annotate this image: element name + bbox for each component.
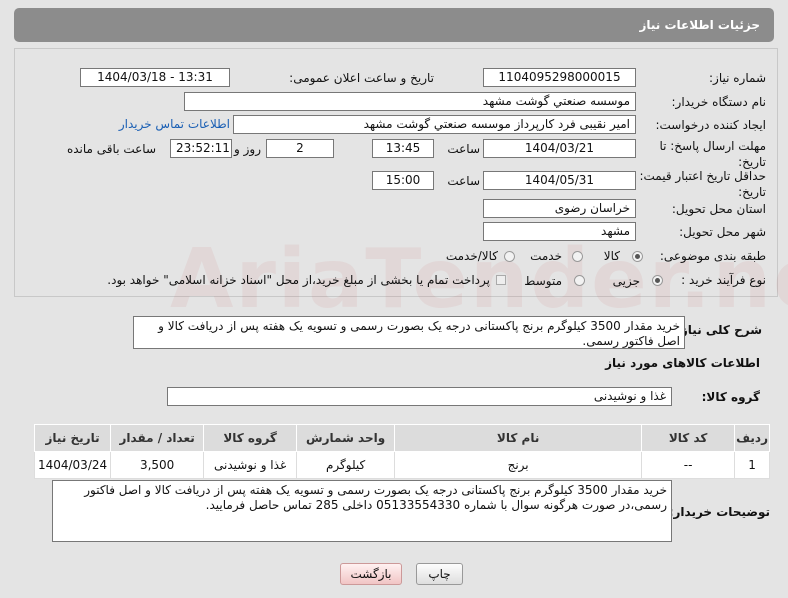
announce-label: تاریخ و ساعت اعلان عمومی: [289, 71, 434, 85]
reply-date-field[interactable]: 1404/03/21 [483, 139, 636, 158]
creator-field[interactable]: امیر نقیبی فرد کارپرداز موسسه صنعتي گوشت… [233, 115, 636, 134]
col-qty: تعداد / مقدار [110, 424, 205, 452]
buyer-org-field[interactable]: موسسه صنعتي گوشت مشهد [184, 92, 636, 111]
goods-section-title: اطلاعات کالاهای مورد نیاز [605, 356, 760, 370]
goods-table-header: ردیف کد کالا نام کالا واحد شمارش گروه کا… [33, 424, 770, 452]
need-number-field[interactable]: 1104095298000015 [483, 68, 636, 87]
buyer-contact-link[interactable]: اطلاعات تماس خریدار [119, 117, 230, 131]
goods-group-field[interactable]: غذا و نوشیدنی [167, 387, 672, 406]
province-field[interactable]: خراسان رضوی [483, 199, 636, 218]
category-both-radio[interactable] [504, 251, 515, 262]
cell-need-date: 1404/03/24 [33, 451, 112, 479]
price-date-field[interactable]: 1404/05/31 [483, 171, 636, 190]
announce-field[interactable]: 1404/03/18 - 13:31 [80, 68, 230, 87]
col-code: کد کالا [641, 424, 736, 452]
page-title: جزئیات اطلاعات نیاز [639, 18, 760, 32]
remaining-label: ساعت باقی مانده [66, 142, 156, 156]
category-goods-label: کالا [603, 249, 620, 263]
remaining-time-field[interactable]: 23:52:11 [170, 139, 232, 158]
reply-time-field[interactable]: 13:45 [372, 139, 434, 158]
goods-group-label: گروه کالا: [701, 390, 760, 404]
category-both-label: کالا/خدمت [445, 249, 498, 263]
process-medium-label: متوسط [524, 274, 562, 288]
process-medium-radio[interactable] [574, 275, 585, 286]
print-button[interactable]: چاپ [416, 563, 463, 585]
col-name: نام کالا [394, 424, 643, 452]
cell-qty: 3,500 [110, 451, 205, 479]
price-time-field[interactable]: 15:00 [372, 171, 434, 190]
reply-time-label: ساعت [447, 142, 480, 156]
reply-deadline-label: مهلت ارسال پاسخ: تا تاریخ: [659, 139, 766, 169]
category-label: طبقه بندی موضوعی: [659, 249, 766, 263]
col-unit: واحد شمارش [296, 424, 396, 452]
city-field[interactable]: مشهد [483, 222, 636, 241]
cell-group: غذا و نوشیدنی [203, 451, 298, 479]
treasury-payment-note: پرداخت تمام یا بخشی از مبلغ خرید،از محل … [107, 273, 490, 287]
category-goods-radio[interactable] [632, 251, 643, 262]
city-label: شهر محل تحویل: [679, 225, 766, 239]
creator-label: ایجاد کننده درخواست: [655, 118, 766, 132]
process-minor-radio[interactable] [652, 275, 663, 286]
col-row: ردیف [734, 424, 770, 452]
treasury-payment-checkbox[interactable] [496, 275, 506, 285]
description-label: شرح کلی نیاز: [676, 323, 762, 337]
col-need-date: تاریخ نیاز [33, 424, 112, 452]
buyer-org-label: نام دستگاه خریدار: [671, 95, 767, 109]
category-service-label: خدمت [530, 249, 562, 263]
days-field[interactable]: 2 [266, 139, 334, 158]
need-number-label: شماره نیاز: [709, 71, 766, 85]
category-service-radio[interactable] [572, 251, 583, 262]
col-group: گروه کالا [203, 424, 298, 452]
days-label: روز و [234, 142, 261, 156]
cell-name: برنج [394, 451, 643, 479]
cell-row: 1 [734, 451, 770, 479]
buyer-notes-label: توضیحات خریدار: [668, 505, 770, 519]
process-minor-label: جزیی [612, 274, 640, 288]
price-validity-label: حداقل تاریخ اعتبار قیمت: تا تاریخ: [628, 169, 766, 199]
description-textarea[interactable]: خرید مقدار 3500 کیلوگرم برنج پاکستانی در… [133, 316, 685, 349]
buyer-notes-textarea[interactable]: خرید مقدار 3500 کیلوگرم برنج پاکستانی در… [52, 480, 672, 542]
price-time-label: ساعت [447, 174, 480, 188]
back-button[interactable]: بازگشت [340, 563, 402, 585]
cell-code: -- [641, 451, 736, 479]
province-label: استان محل تحویل: [671, 202, 766, 216]
page-header: جزئیات اطلاعات نیاز [14, 8, 774, 42]
process-label: نوع فرآیند خرید : [681, 273, 766, 287]
cell-unit: کیلوگرم [296, 451, 396, 479]
table-row: 1 -- برنج کیلوگرم غذا و نوشیدنی 3,500 14… [33, 451, 770, 479]
goods-table: ردیف کد کالا نام کالا واحد شمارش گروه کا… [33, 424, 770, 479]
